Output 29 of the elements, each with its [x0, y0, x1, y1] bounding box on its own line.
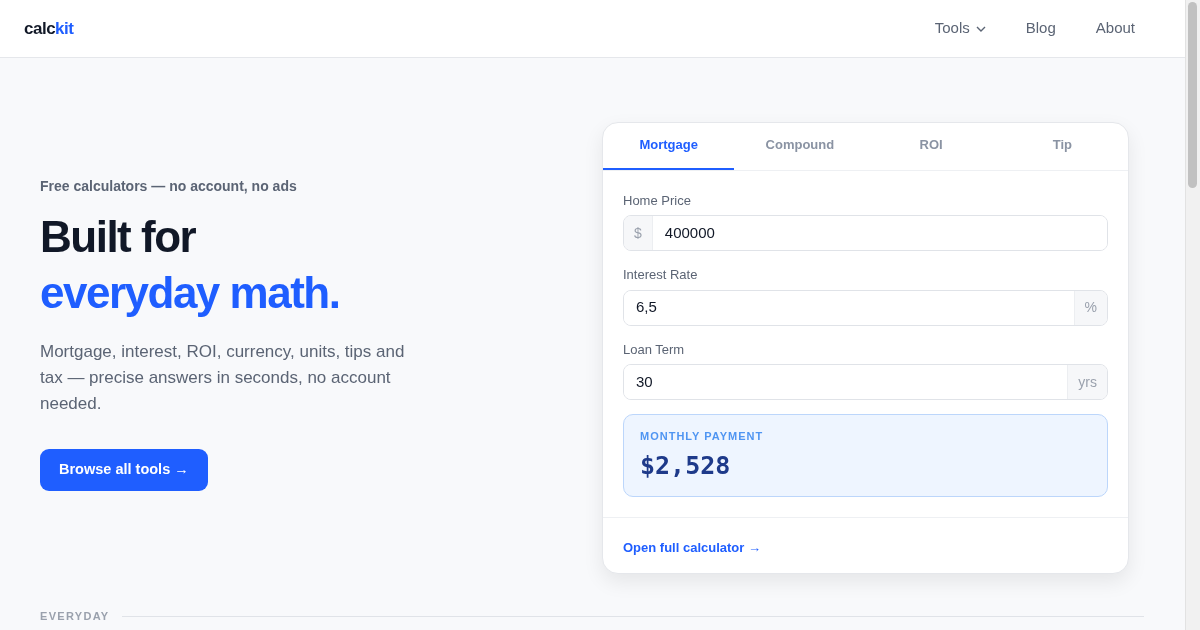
- calculator-tab[interactable]: Compound: [734, 123, 866, 170]
- chevron-down-icon: [975, 25, 986, 32]
- eyebrow-text: Free calculators — no account, no ads: [40, 177, 298, 196]
- calculator-tab[interactable]: ROI: [865, 123, 997, 170]
- calculator-tab[interactable]: Mortgage: [603, 123, 735, 170]
- field-label: Home Price: [623, 191, 692, 210]
- headline-accent: everyday math.: [40, 267, 341, 319]
- browse-tools-button[interactable]: Browse all tools →: [40, 449, 208, 491]
- open-calculator-link[interactable]: Open full calculator →: [623, 540, 761, 555]
- unit-suffix: yrs: [1067, 365, 1107, 399]
- scrollbar[interactable]: [1185, 0, 1200, 630]
- tools-dropdown[interactable]: Tools: [934, 17, 986, 40]
- result-label: MONTHLY PAYMENT: [640, 429, 765, 444]
- headline: Built for: [40, 211, 197, 263]
- scrollbar-thumb[interactable]: [1188, 2, 1197, 188]
- input-group[interactable]: $ 400000: [623, 215, 1108, 251]
- field-label: Interest Rate: [623, 266, 699, 284]
- calculator-tab[interactable]: Tip: [996, 123, 1128, 170]
- input-group[interactable]: 6,5 %: [623, 289, 1108, 326]
- logo[interactable]: calckit: [24, 15, 74, 42]
- currency-prefix: $: [624, 216, 653, 250]
- nav-link[interactable]: About: [1095, 17, 1135, 40]
- nav-link[interactable]: Blog: [1025, 17, 1056, 40]
- result-value: $2,528: [640, 449, 732, 482]
- unit-suffix: %: [1073, 290, 1107, 325]
- lead-text: Mortgage, interest, ROI, currency, units, tips and tax — precise answers in seconds, no account needed.: [40, 341, 406, 415]
- field-label: Loan Term: [623, 340, 686, 359]
- input-group[interactable]: 30 yrs: [623, 364, 1108, 400]
- section-label: EVERYDAY: [40, 609, 110, 624]
